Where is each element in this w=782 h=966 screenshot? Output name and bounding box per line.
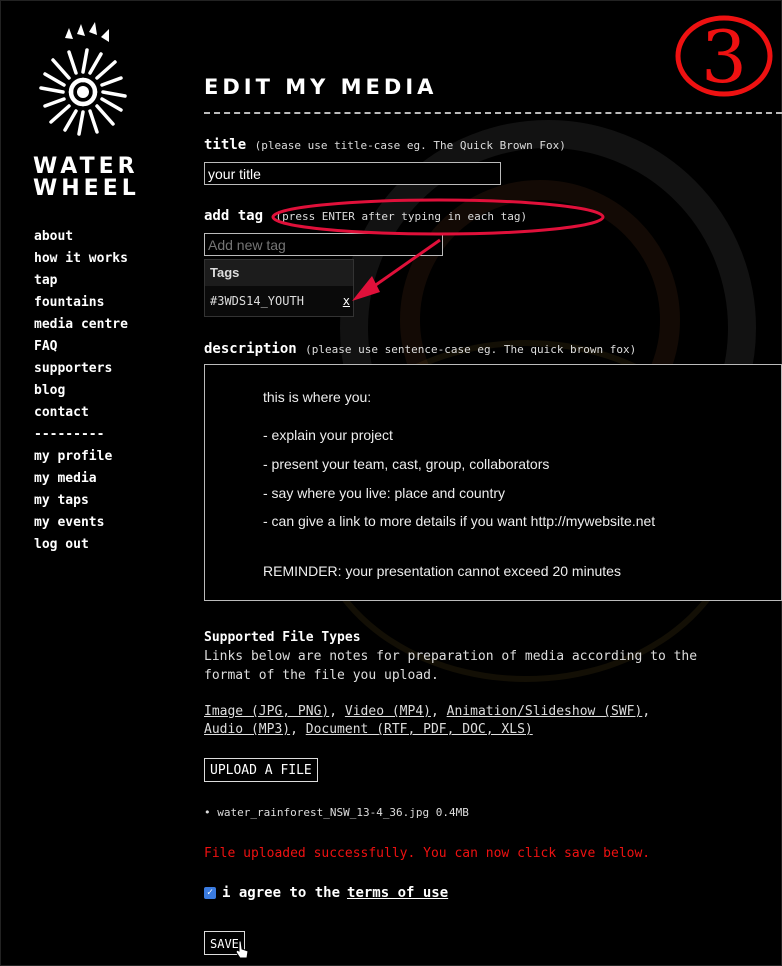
- nav-fountains[interactable]: fountains: [34, 292, 128, 314]
- link-document[interactable]: Document (RTF, PDF, DOC, XLS): [306, 722, 533, 737]
- file-types-intro-line2: format of the file you upload.: [204, 668, 439, 683]
- tag-label: add tag: [204, 208, 264, 224]
- description-label-row: description (please use sentence-case eg…: [204, 341, 636, 357]
- sidebar-nav: about how it works tap fountains media c…: [34, 226, 128, 556]
- add-tag-input[interactable]: [204, 233, 443, 256]
- link-animation[interactable]: Animation/Slideshow (SWF): [447, 704, 643, 719]
- description-line: - present your team, cast, group, collab…: [263, 456, 550, 472]
- agree-checkbox[interactable]: ✓: [204, 887, 216, 899]
- nav-my-taps[interactable]: my taps: [34, 490, 128, 512]
- brand-line1: WATER: [33, 154, 139, 179]
- title-input[interactable]: [204, 162, 501, 185]
- uploaded-file-name: water_rainforest_NSW_13-4_36.jpg: [217, 806, 430, 819]
- description-hint: (please use sentence-case eg. The quick …: [305, 343, 637, 356]
- nav-my-media[interactable]: my media: [34, 468, 128, 490]
- terms-of-use-link[interactable]: terms of use: [347, 885, 448, 901]
- description-line: - can give a link to more details if you…: [263, 513, 656, 529]
- file-types-intro-line1: Links below are notes for preparation of…: [204, 649, 698, 664]
- tags-header: Tags: [205, 260, 353, 286]
- terms-agreement: ✓ i agree to the terms of use: [204, 885, 448, 901]
- link-video[interactable]: Video (MP4): [345, 704, 431, 719]
- file-types-heading: Supported File Types: [204, 630, 361, 645]
- brand-wordmark: WATER WHEEL: [33, 156, 140, 200]
- agree-text: i agree to the: [222, 885, 341, 901]
- nav-faq[interactable]: FAQ: [34, 336, 128, 358]
- uploaded-file-size: 0.4MB: [435, 806, 469, 819]
- upload-success-message: File uploaded successfully. You can now …: [204, 846, 651, 861]
- nav-my-profile[interactable]: my profile: [34, 446, 128, 468]
- title-label: title: [204, 137, 247, 153]
- step-number-badge: 3: [675, 15, 773, 98]
- brand-line2: WHEEL: [33, 176, 140, 201]
- description-line: REMINDER: your presentation cannot excee…: [263, 563, 621, 579]
- description-line: - say where you live: place and country: [263, 485, 506, 501]
- page-title: EDIT MY MEDIA: [204, 75, 438, 99]
- description-line: - explain your project: [263, 427, 393, 443]
- tag-name: #3WDS14_YOUTH: [210, 294, 304, 308]
- water-wheel-logo: [39, 22, 127, 136]
- mouse-pointer-icon: [235, 940, 249, 959]
- description-label: description: [204, 341, 297, 357]
- title-label-row: title (please use title-case eg. The Qui…: [204, 137, 566, 153]
- description-textarea[interactable]: this is where you: - explain your projec…: [204, 364, 782, 601]
- nav-contact[interactable]: contact: [34, 402, 128, 424]
- upload-file-button[interactable]: UPLOAD A FILE: [204, 758, 318, 782]
- description-line: this is where you:: [263, 389, 372, 405]
- file-type-links-row2: Audio (MP3), Document (RTF, PDF, DOC, XL…: [204, 722, 533, 737]
- tag-hint: (press ENTER after typing in each tag): [275, 210, 528, 223]
- nav-how-it-works[interactable]: how it works: [34, 248, 128, 270]
- nav-separator: ---------: [34, 427, 105, 442]
- file-type-links-row1: Image (JPG, PNG), Video (MP4), Animation…: [204, 704, 651, 719]
- nav-about[interactable]: about: [34, 226, 128, 248]
- link-image[interactable]: Image (JPG, PNG): [204, 704, 329, 719]
- svg-text:3: 3: [701, 15, 747, 98]
- tag-item: #3WDS14_YOUTH x: [205, 286, 353, 316]
- nav-tap[interactable]: tap: [34, 270, 128, 292]
- remove-tag-button[interactable]: x: [343, 286, 350, 316]
- nav-log-out[interactable]: log out: [34, 534, 128, 556]
- nav-supporters[interactable]: supporters: [34, 358, 128, 380]
- tag-label-row: add tag (press ENTER after typing in eac…: [204, 208, 527, 224]
- tags-table: Tags #3WDS14_YOUTH x: [204, 259, 354, 317]
- nav-media-centre[interactable]: media centre: [34, 314, 128, 336]
- title-divider: [204, 112, 782, 114]
- bullet-icon: •: [204, 806, 218, 819]
- title-hint: (please use title-case eg. The Quick Bro…: [254, 139, 566, 152]
- uploaded-file-item: • water_rainforest_NSW_13-4_36.jpg 0.4MB: [204, 806, 469, 819]
- link-audio[interactable]: Audio (MP3): [204, 722, 290, 737]
- nav-my-events[interactable]: my events: [34, 512, 128, 534]
- nav-blog[interactable]: blog: [34, 380, 128, 402]
